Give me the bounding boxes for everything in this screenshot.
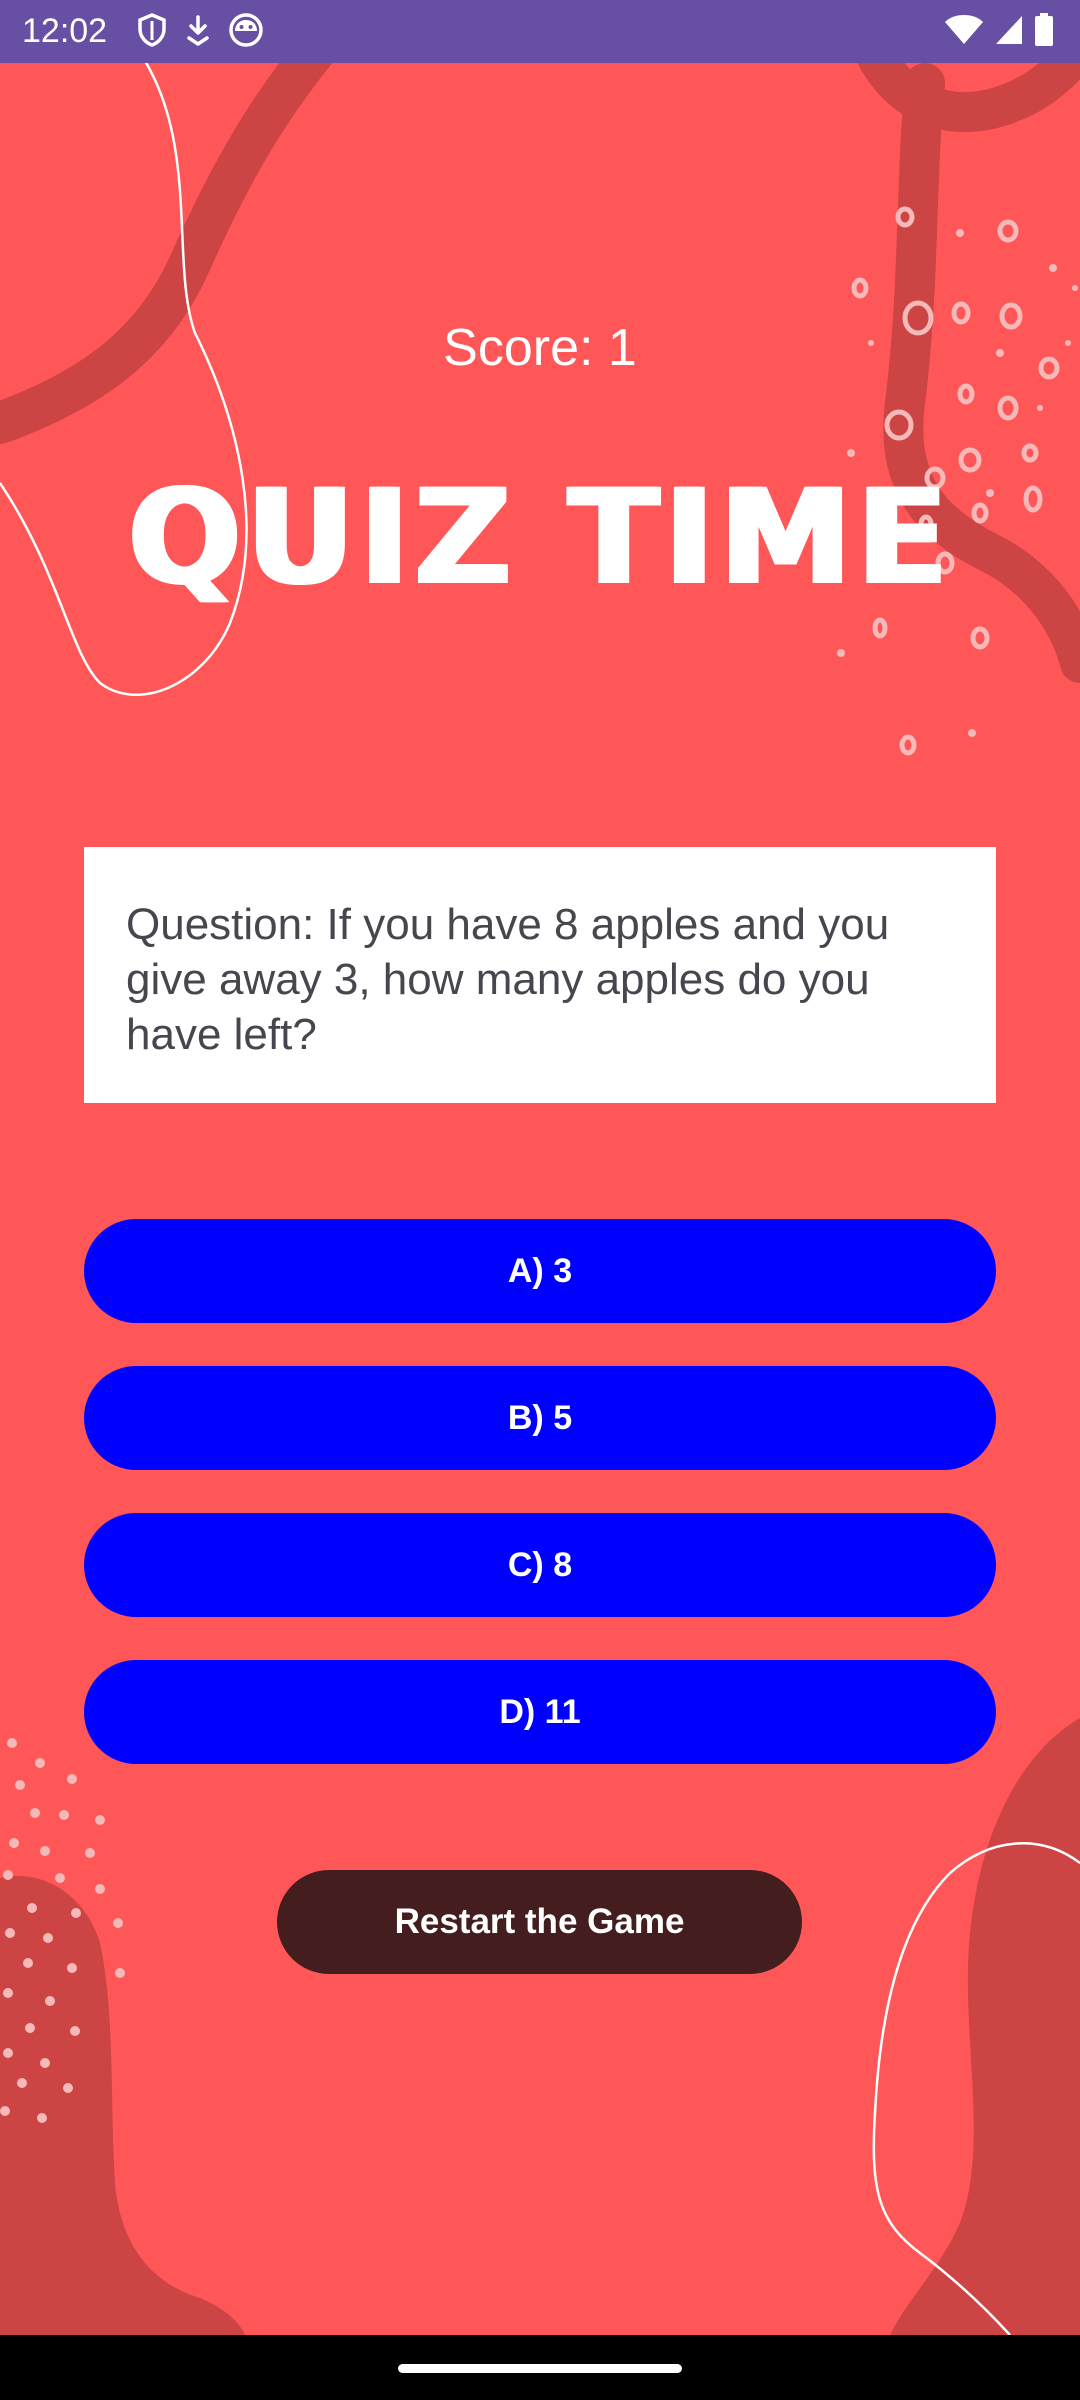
quiz-title: QUIZ TIME <box>127 461 953 615</box>
status-bar: 12:02 <box>0 0 1080 63</box>
question-card: Question: If you have 8 apples and you g… <box>84 847 996 1103</box>
option-b-button[interactable]: B) 5 <box>84 1366 996 1470</box>
quiz-screen: Score: 1 QUIZ TIME Question: If you have… <box>0 63 1080 2335</box>
question-text: Question: If you have 8 apples and you g… <box>126 900 890 1059</box>
cell-signal-icon <box>994 14 1024 51</box>
status-left-icons <box>137 12 263 52</box>
option-a-button[interactable]: A) 3 <box>84 1219 996 1323</box>
download-icon <box>185 14 211 51</box>
option-c-button[interactable]: C) 8 <box>84 1513 996 1617</box>
option-d-button[interactable]: D) 11 <box>84 1660 996 1764</box>
battery-icon <box>1034 12 1054 52</box>
home-gesture-handle[interactable] <box>398 2364 682 2373</box>
background-decoration <box>0 63 1080 2335</box>
score-label: Score: 1 <box>443 319 637 377</box>
status-time: 12:02 <box>22 12 108 50</box>
android-face-icon <box>229 12 263 52</box>
shield-icon <box>137 12 167 52</box>
restart-button[interactable]: Restart the Game <box>277 1870 802 1974</box>
status-right-icons <box>944 12 1054 52</box>
wifi-icon <box>944 14 984 51</box>
